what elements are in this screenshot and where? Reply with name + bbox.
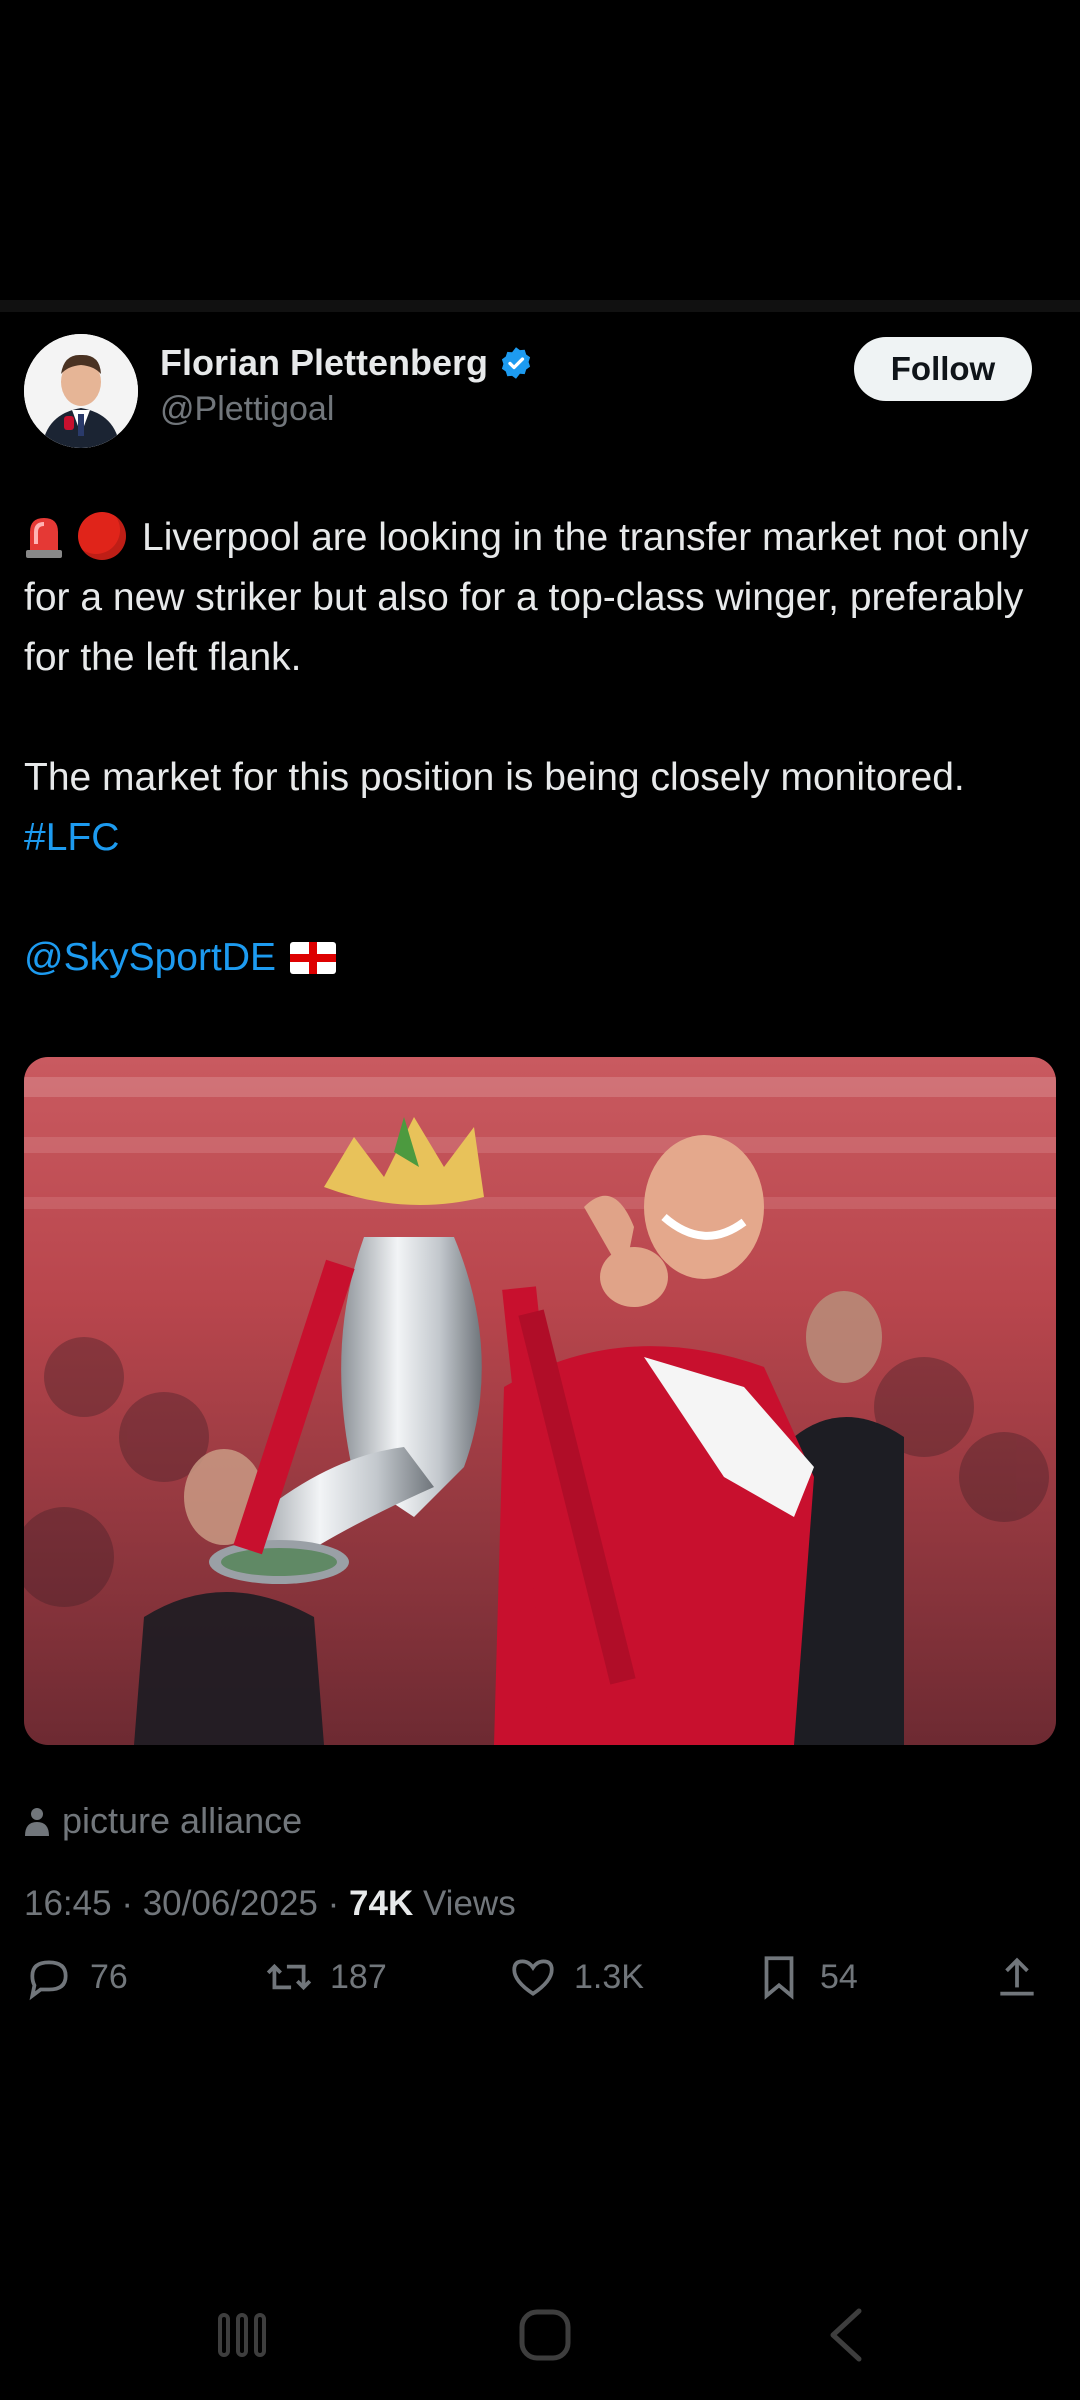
home-icon: [519, 2309, 571, 2361]
verified-badge-icon: [501, 347, 531, 379]
tweet-time[interactable]: 16:45: [24, 1884, 112, 1923]
views-label: Views: [422, 1884, 516, 1923]
england-flag-emoji-icon: [290, 942, 336, 974]
reply-button[interactable]: 76: [24, 1952, 128, 2002]
back-icon: [830, 2308, 862, 2362]
recent-apps-icon: [218, 2313, 266, 2357]
tweet-line2: The market for this position is being cl…: [24, 756, 965, 799]
follow-button[interactable]: Follow: [854, 337, 1032, 401]
mention-link[interactable]: @SkySportDE: [24, 936, 276, 979]
top-divider: [0, 300, 1080, 312]
tweet-paragraph-3: @SkySportDE: [24, 928, 1054, 988]
share-button[interactable]: [992, 1952, 1042, 2002]
system-navigation-bar: [0, 2270, 1080, 2390]
red-circle-emoji-icon: [78, 512, 126, 560]
media-credit-text: picture alliance: [62, 1800, 303, 1841]
recent-apps-button[interactable]: [207, 2300, 277, 2370]
like-count: 1.3K: [574, 1957, 644, 1996]
meta-separator: ·: [327, 1884, 340, 1923]
tweet-line1: Liverpool are looking in the transfer ma…: [24, 516, 1029, 679]
reply-count: 76: [90, 1957, 128, 1996]
repost-count: 187: [330, 1957, 387, 1996]
media-credit: picture alliance: [24, 1800, 302, 1842]
share-icon: [1000, 1957, 1034, 1996]
home-button[interactable]: [510, 2300, 580, 2370]
action-bar: 76 187 1.3K 54: [24, 1952, 1056, 2010]
author-name[interactable]: Florian Plettenberg: [160, 342, 488, 384]
tweet-text: Liverpool are looking in the transfer ma…: [24, 508, 1054, 1048]
siren-emoji-icon: [26, 518, 62, 558]
tweet-date[interactable]: 30/06/2025: [143, 1884, 318, 1923]
person-icon: [25, 1808, 49, 1836]
author-handle[interactable]: @Plettigoal: [160, 390, 534, 429]
like-button[interactable]: 1.3K: [508, 1952, 644, 2002]
bookmark-button[interactable]: 54: [754, 1952, 858, 2002]
author-avatar[interactable]: [24, 334, 138, 448]
repost-button[interactable]: 187: [264, 1952, 387, 2002]
tweet-paragraph-2: The market for this position is being cl…: [24, 748, 1054, 868]
repost-icon: [266, 1963, 312, 1991]
hashtag-link[interactable]: #LFC: [24, 816, 119, 859]
tweet-photo[interactable]: [24, 1057, 1056, 1745]
tweet: Florian Plettenberg @Plettigoal Follow L…: [0, 312, 1080, 2010]
author-block: Florian Plettenberg @Plettigoal: [160, 342, 534, 429]
tweet-meta: 16:45 · 30/06/2025 · 74K Views: [24, 1884, 516, 1924]
reply-icon: [29, 1960, 68, 2001]
bookmark-count: 54: [820, 1957, 858, 1996]
view-count: 74K: [349, 1884, 414, 1923]
like-icon: [512, 1959, 554, 1996]
meta-separator: ·: [121, 1884, 133, 1923]
back-button[interactable]: [812, 2300, 882, 2370]
tweet-paragraph-1: Liverpool are looking in the transfer ma…: [24, 508, 1054, 688]
bookmark-icon: [764, 1956, 794, 2000]
